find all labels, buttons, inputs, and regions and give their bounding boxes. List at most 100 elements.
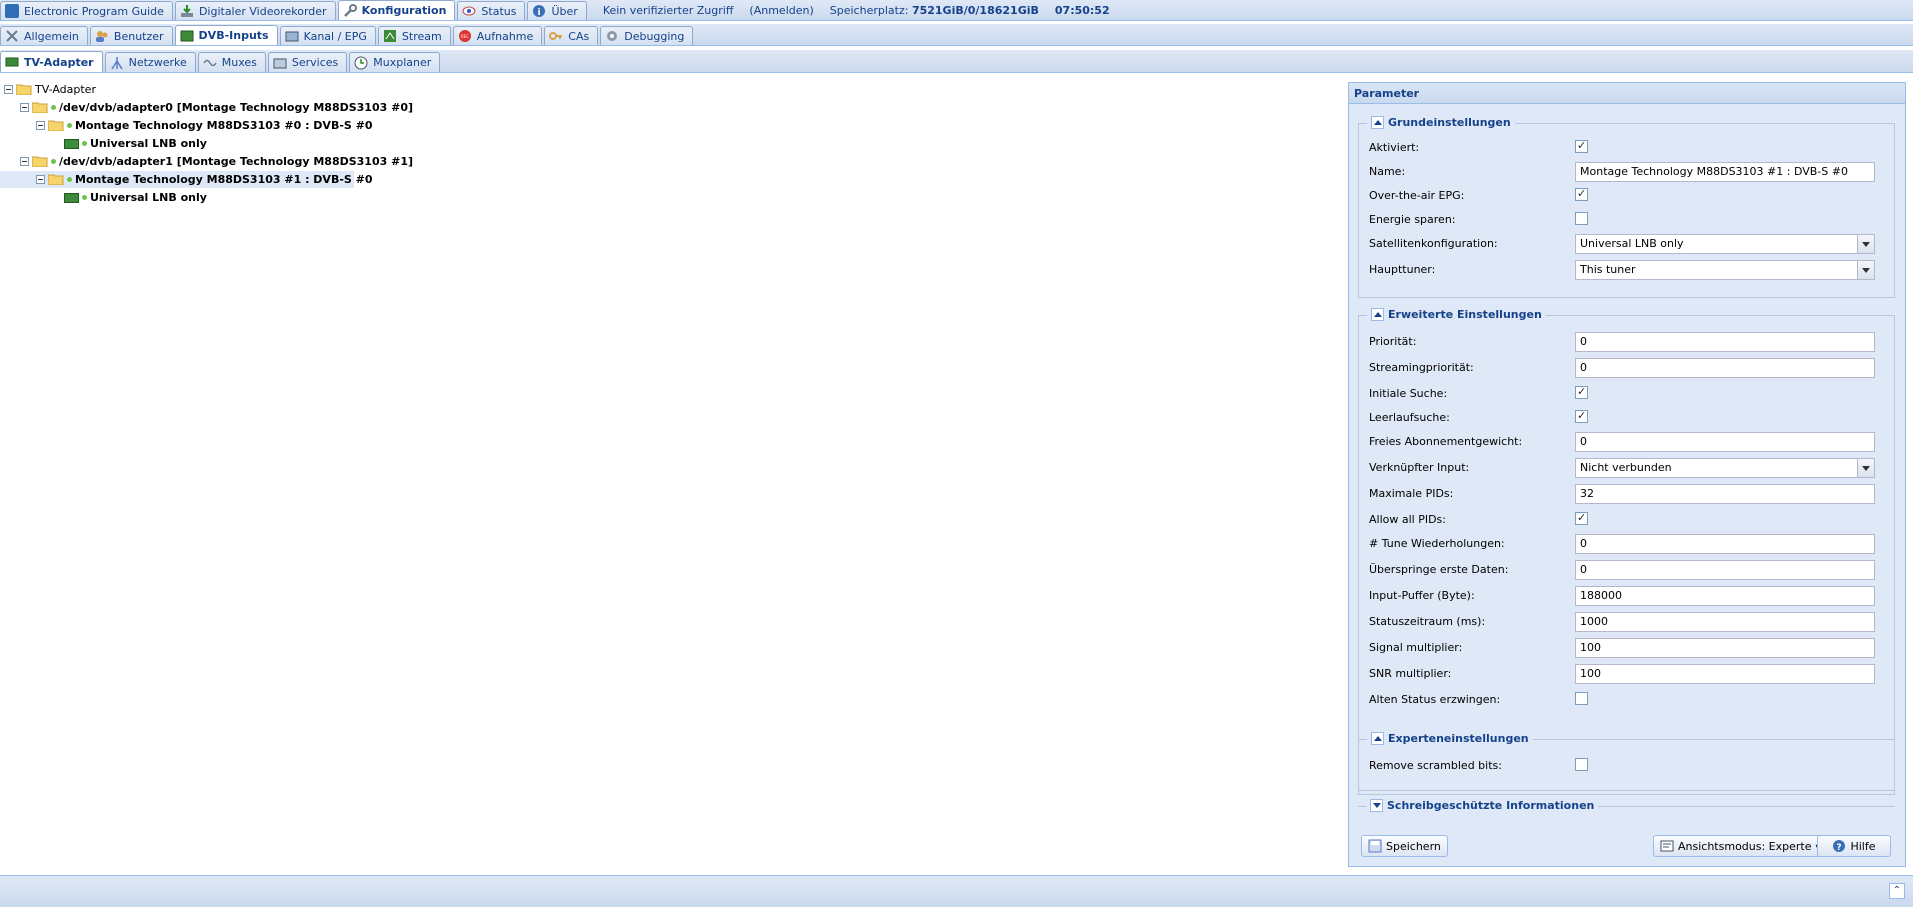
status-dot-icon [82, 195, 87, 200]
collapse-up-icon[interactable]: ⌃ [1889, 883, 1905, 899]
readonly-info-section[interactable]: Schreibgeschützte Informationen [1358, 799, 1895, 813]
tab-status[interactable]: Status [457, 1, 526, 20]
priority-input[interactable]: 0 [1575, 332, 1875, 352]
tab-epg[interactable]: Electronic Program Guide [0, 1, 173, 20]
streaming-priority-input[interactable]: 0 [1575, 358, 1875, 378]
tab-about[interactable]: i Über [527, 1, 587, 20]
row-idle-scan: Leerlaufsuche: [1359, 406, 1894, 430]
satconf-select[interactable]: Universal LNB only [1575, 234, 1875, 254]
tab-stream[interactable]: Stream [377, 26, 451, 45]
status-dot-icon [51, 159, 56, 164]
snr-multiplier-input[interactable]: 100 [1575, 664, 1875, 684]
key-icon [549, 29, 563, 43]
row-master-tuner: Haupttuner: This tuner [1359, 258, 1894, 282]
save-button[interactable]: Speichern [1361, 835, 1448, 857]
tab-users[interactable]: Benutzer [89, 26, 173, 45]
skip-initial-input[interactable]: 0 [1575, 560, 1875, 580]
tree-adapter1[interactable]: /dev/dvb/adapter1 [Montage Technology M8… [20, 153, 413, 170]
tab-channel-epg[interactable]: Kanal / EPG [279, 26, 376, 45]
tree-root[interactable]: TV-Adapter [4, 81, 96, 98]
tune-retries-input[interactable]: 0 [1575, 534, 1875, 554]
basic-settings-legend[interactable]: Grundeinstellungen [1367, 116, 1515, 129]
collapse-toggle-icon[interactable] [20, 157, 29, 166]
idle-scan-checkbox[interactable] [1575, 409, 1588, 423]
row-tune-retries: # Tune Wiederholungen: 0 [1359, 532, 1894, 556]
main-tab-bar: Electronic Program Guide Digitaler Video… [0, 0, 1913, 21]
status-period-input[interactable]: 1000 [1575, 612, 1875, 632]
card-icon [180, 29, 194, 43]
chevron-down-icon[interactable] [1857, 235, 1874, 253]
row-satconf: Satellitenkonfiguration: Universal LNB o… [1359, 232, 1894, 256]
chevron-down-icon[interactable] [1857, 459, 1874, 477]
view-mode-icon [1660, 840, 1674, 852]
master-tuner-select[interactable]: This tuner [1575, 260, 1875, 280]
collapse-up-icon[interactable] [1371, 116, 1384, 129]
collapse-toggle-icon[interactable] [36, 175, 45, 184]
parameter-panel: Parameter Grundeinstellungen Aktiviert: … [1348, 82, 1906, 867]
signal-multiplier-input[interactable]: 100 [1575, 638, 1875, 658]
row-status-period: Statuszeitraum (ms): 1000 [1359, 610, 1894, 634]
svg-text:REC: REC [461, 34, 469, 39]
row-force-old-status: Alten Status erzwingen: [1359, 688, 1894, 712]
tab-dvr[interactable]: Digitaler Videorekorder [174, 1, 336, 20]
tab-networks[interactable]: Netzwerke [104, 52, 196, 72]
access-text: Kein verifizierter Zugriff [602, 3, 734, 17]
advanced-settings-legend[interactable]: Erweiterte Einstellungen [1367, 308, 1546, 321]
tab-muxes[interactable]: Muxes [197, 52, 266, 72]
collapse-toggle-icon[interactable] [36, 121, 45, 130]
tab-cas[interactable]: CAs [544, 26, 599, 45]
name-input[interactable]: Montage Technology M88DS3103 #1 : DVB-S … [1575, 162, 1875, 182]
login-link[interactable]: (Anmelden) [749, 4, 813, 17]
row-input-buffer: Input-Puffer (Byte): 188000 [1359, 584, 1894, 608]
tv-adapter-icon [5, 55, 19, 69]
epg-checkbox[interactable] [1575, 187, 1588, 201]
tab-configuration[interactable]: Konfiguration [337, 0, 456, 20]
tree-lnb0[interactable]: Universal LNB only [64, 135, 207, 152]
tab-tv-adapter[interactable]: TV-Adapter [0, 51, 103, 72]
config-tab-bar: Allgemein Benutzer DVB-Inputs Kanal / EP… [0, 24, 1913, 46]
folder-icon [32, 102, 48, 113]
tree-frontend1-selected[interactable]: Montage Technology M88DS3103 #1 : DVB-S … [0, 171, 373, 188]
free-weight-input[interactable]: 0 [1575, 432, 1875, 452]
row-skip-initial: Überspringe erste Daten: 0 [1359, 558, 1894, 582]
expand-down-icon[interactable] [1370, 799, 1383, 812]
expert-settings-fieldset: Experteneinstellungen Remove scrambled b… [1358, 732, 1895, 791]
view-mode-button[interactable]: Ansichtsmodus: Experte ▾ [1653, 835, 1827, 857]
input-buffer-input[interactable]: 188000 [1575, 586, 1875, 606]
expert-settings-legend[interactable]: Experteneinstellungen [1367, 732, 1533, 745]
clock-time: 07:50:52 [1054, 3, 1110, 17]
collapse-toggle-icon[interactable] [4, 85, 13, 94]
row-free-weight: Freies Abonnementgewicht: 0 [1359, 430, 1894, 454]
row-power-save: Energie sparen: [1359, 208, 1894, 232]
status-dot-icon [67, 123, 72, 128]
tree-frontend0[interactable]: Montage Technology M88DS3103 #0 : DVB-S … [36, 117, 373, 134]
svg-text:i: i [538, 8, 541, 18]
max-pids-input[interactable]: 32 [1575, 484, 1875, 504]
linked-input-select[interactable]: Nicht verbunden [1575, 458, 1875, 478]
status-dot-icon [67, 177, 72, 182]
basic-settings-fieldset: Grundeinstellungen Aktiviert: Name: Mont… [1358, 116, 1895, 298]
row-remove-scrambled: Remove scrambled bits: [1359, 754, 1894, 778]
collapse-up-icon[interactable] [1371, 732, 1384, 745]
tab-muxplanner[interactable]: Muxplaner [349, 52, 441, 72]
allow-all-pids-checkbox[interactable] [1575, 511, 1588, 525]
enabled-checkbox[interactable] [1575, 139, 1588, 153]
tree-adapter0[interactable]: /dev/dvb/adapter0 [Montage Technology M8… [20, 99, 413, 116]
chevron-down-icon[interactable] [1857, 261, 1874, 279]
stream-icon [383, 29, 397, 43]
remove-scrambled-checkbox[interactable] [1575, 758, 1588, 771]
collapse-up-icon[interactable] [1371, 308, 1384, 321]
tab-recording[interactable]: REC Aufnahme [452, 26, 543, 45]
tab-general[interactable]: Allgemein [0, 26, 88, 45]
force-old-status-checkbox[interactable] [1575, 692, 1588, 705]
help-button[interactable]: ? Hilfe [1817, 835, 1891, 857]
power-save-checkbox[interactable] [1575, 212, 1588, 225]
collapse-toggle-icon[interactable] [20, 103, 29, 112]
tree-lnb1[interactable]: Universal LNB only [64, 189, 207, 206]
tab-debugging[interactable]: Debugging [600, 26, 694, 45]
eye-icon [462, 4, 476, 18]
initial-scan-checkbox[interactable] [1575, 385, 1588, 399]
row-linked-input: Verknüpfter Input: Nicht verbunden [1359, 456, 1894, 480]
tab-services[interactable]: Services [267, 52, 348, 72]
tab-dvb-inputs[interactable]: DVB-Inputs [174, 25, 278, 45]
